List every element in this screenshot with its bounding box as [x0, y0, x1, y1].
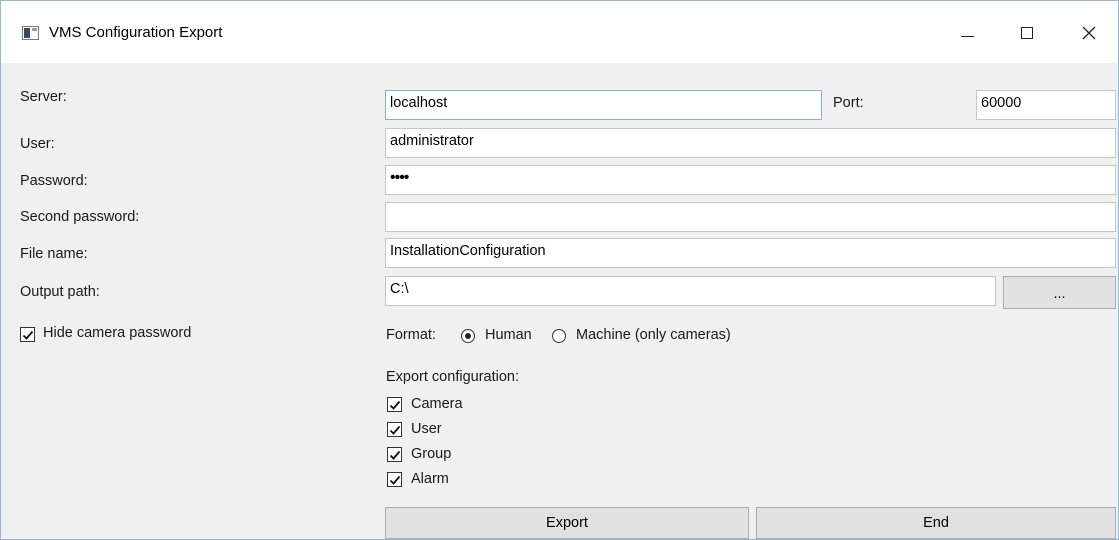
- second-password-input[interactable]: [385, 202, 1116, 232]
- camera-label: Camera: [411, 396, 463, 412]
- user-export-label: User: [411, 421, 442, 437]
- user-label: User:: [20, 136, 55, 152]
- output-path-label: Output path:: [20, 284, 100, 300]
- format-machine-radio[interactable]: [552, 329, 566, 343]
- output-path-input[interactable]: C:\: [385, 276, 996, 306]
- alarm-checkbox[interactable]: [387, 472, 402, 487]
- password-input[interactable]: ••••: [385, 165, 1116, 195]
- checkmark-icon: [389, 425, 400, 435]
- server-input[interactable]: localhost: [385, 90, 822, 120]
- app-icon: [22, 26, 39, 40]
- port-label: Port:: [833, 95, 864, 111]
- radio-selected-dot: [465, 333, 471, 339]
- title-bar[interactable]: VMS Configuration Export: [1, 1, 1118, 63]
- file-name-label: File name:: [20, 246, 88, 262]
- second-password-label: Second password:: [20, 209, 140, 225]
- end-button[interactable]: End: [756, 507, 1116, 539]
- checkmark-icon: [22, 330, 33, 340]
- window-title: VMS Configuration Export: [49, 24, 223, 41]
- browse-button[interactable]: ...: [1003, 276, 1116, 309]
- server-label: Server:: [20, 89, 67, 105]
- close-icon: [1082, 26, 1096, 40]
- group-checkbox[interactable]: [387, 447, 402, 462]
- format-machine-label: Machine (only cameras): [576, 327, 731, 343]
- checkmark-icon: [389, 400, 400, 410]
- port-input[interactable]: 60000: [976, 90, 1116, 120]
- maximize-button[interactable]: [1003, 13, 1051, 53]
- minimize-icon: [960, 35, 974, 37]
- alarm-label: Alarm: [411, 471, 449, 487]
- minimize-button[interactable]: [943, 13, 991, 53]
- camera-checkbox[interactable]: [387, 397, 402, 412]
- checkmark-icon: [389, 475, 400, 485]
- format-label: Format:: [386, 327, 436, 343]
- user-checkbox[interactable]: [387, 422, 402, 437]
- checkmark-icon: [389, 450, 400, 460]
- user-input[interactable]: administrator: [385, 128, 1116, 158]
- file-name-input[interactable]: InstallationConfiguration: [385, 238, 1116, 268]
- export-button[interactable]: Export: [385, 507, 749, 539]
- hide-camera-password-label: Hide camera password: [43, 325, 192, 341]
- format-human-label: Human: [485, 327, 532, 343]
- hide-camera-password-checkbox[interactable]: [20, 327, 35, 342]
- close-button[interactable]: [1065, 13, 1113, 53]
- format-human-radio[interactable]: [461, 329, 475, 343]
- group-label: Group: [411, 446, 452, 462]
- maximize-icon: [1021, 27, 1033, 39]
- password-label: Password:: [20, 173, 88, 189]
- export-configuration-heading: Export configuration:: [386, 369, 519, 385]
- vms-export-window: VMS Configuration Export Server: localho…: [0, 0, 1119, 540]
